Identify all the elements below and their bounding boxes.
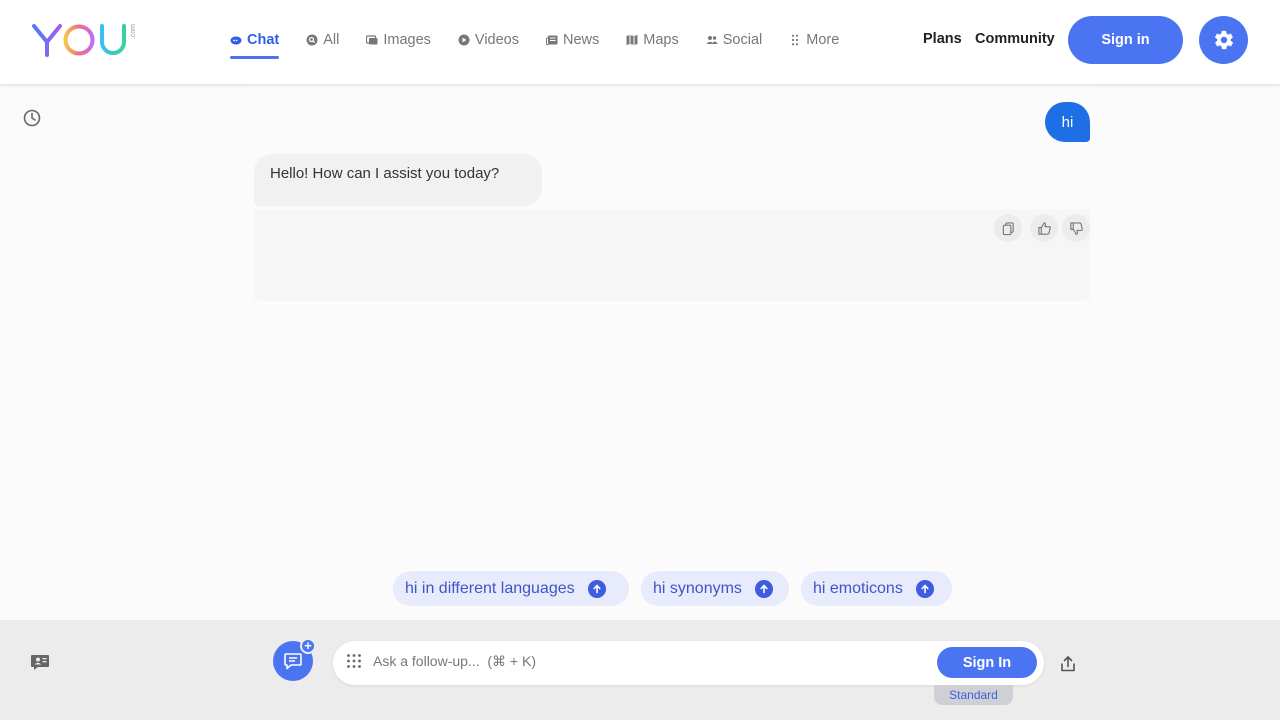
new-chat-button[interactable]: + xyxy=(273,638,316,681)
suggestion-chip[interactable]: hi in different languages xyxy=(393,571,629,606)
play-icon xyxy=(458,34,470,46)
suggestion-label: hi synonyms xyxy=(653,579,742,597)
nav-tab-news[interactable]: News xyxy=(546,28,599,52)
plus-icon: + xyxy=(300,638,316,654)
nav-label: Social xyxy=(722,32,763,48)
follow-up-input[interactable] xyxy=(373,649,923,673)
nav-label: Chat xyxy=(247,32,280,48)
nav-tab-maps[interactable]: Maps xyxy=(626,28,679,52)
you-logo[interactable]: .com xyxy=(32,22,137,58)
search-icon xyxy=(306,34,318,46)
history-icon[interactable] xyxy=(22,108,42,128)
suggestion-label: hi emoticons xyxy=(813,579,903,597)
copy-icon xyxy=(1002,221,1014,235)
share-icon[interactable] xyxy=(1059,655,1077,673)
plans-link[interactable]: Plans xyxy=(923,31,962,47)
dots-grid-icon xyxy=(792,34,799,46)
assistant-message-bubble: Hello! How can I assist you today? xyxy=(254,154,542,206)
thumbs-up-button[interactable] xyxy=(1030,214,1058,242)
main-nav: Chat All Images Videos News Maps Social xyxy=(230,28,866,59)
map-icon xyxy=(626,35,638,45)
settings-button[interactable] xyxy=(1199,16,1248,64)
suggestion-chip[interactable]: hi emoticons xyxy=(801,571,952,606)
logo-suffix: .com xyxy=(130,24,137,40)
top-header: .com Chat All Images Videos News Maps So… xyxy=(0,0,1280,84)
user-message-bubble: hi xyxy=(1045,102,1090,142)
nav-tab-more[interactable]: More xyxy=(789,28,839,52)
suggestion-chip[interactable]: hi synonyms xyxy=(641,571,789,606)
thumbs-down-button[interactable] xyxy=(1062,214,1090,242)
gear-icon xyxy=(1214,30,1233,50)
nav-label: Maps xyxy=(643,32,679,48)
community-link[interactable]: Community xyxy=(975,31,1055,47)
arrow-up-icon xyxy=(754,579,773,598)
sign-in-button[interactable]: Sign in xyxy=(1068,16,1183,64)
arrow-up-icon xyxy=(915,579,934,598)
nav-tab-all[interactable]: All xyxy=(306,28,339,52)
mode-selector[interactable]: Standard xyxy=(934,685,1013,705)
nav-label: Images xyxy=(383,32,431,48)
composer-sign-in-button[interactable]: Sign In xyxy=(937,647,1037,678)
arrow-up-icon xyxy=(587,579,606,598)
composer-input-box: Sign In xyxy=(333,641,1044,685)
logo-icon xyxy=(32,24,126,57)
nav-tab-chat[interactable]: Chat xyxy=(230,28,280,59)
people-icon xyxy=(706,36,718,44)
nav-label: Videos xyxy=(474,32,519,48)
contact-support-icon[interactable] xyxy=(30,652,50,672)
copy-button[interactable] xyxy=(994,214,1022,242)
nav-tab-social[interactable]: Social xyxy=(706,28,763,52)
thumbs-down-icon xyxy=(1069,221,1083,235)
nav-tab-videos[interactable]: Videos xyxy=(458,28,519,52)
images-icon xyxy=(366,35,378,45)
thumbs-up-icon xyxy=(1037,221,1051,235)
new-chat-icon xyxy=(284,653,302,670)
nav-label: News xyxy=(563,32,600,48)
suggestion-label: hi in different languages xyxy=(405,579,575,597)
answer-panel xyxy=(254,209,1090,301)
apps-grid-icon[interactable] xyxy=(346,653,362,669)
nav-label: More xyxy=(806,32,840,48)
chat-icon xyxy=(230,36,242,45)
nav-label: All xyxy=(323,32,340,48)
nav-tab-images[interactable]: Images xyxy=(366,28,431,52)
newspaper-icon xyxy=(546,35,558,45)
